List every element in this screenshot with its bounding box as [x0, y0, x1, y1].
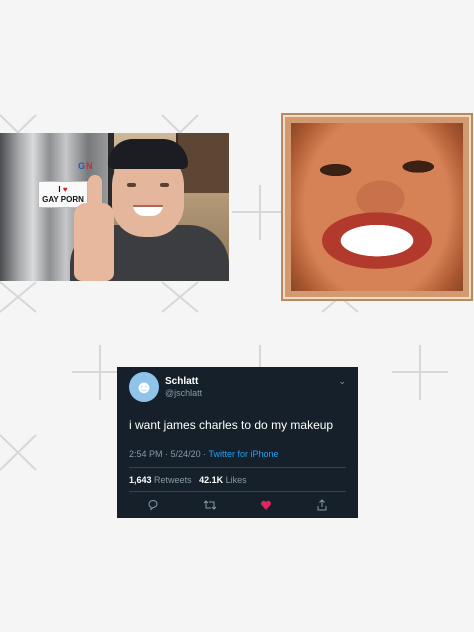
magnet-letter: G: [78, 161, 86, 171]
thumbs-up-hand: [74, 203, 114, 281]
tweet-card: ☻ Schlatt @jschlatt ⌄ i want james charl…: [117, 367, 358, 518]
tweet-client[interactable]: Twitter for iPhone: [208, 449, 278, 459]
avatar[interactable]: ☻: [129, 372, 159, 402]
chevron-down-icon[interactable]: ⌄: [338, 376, 346, 387]
tweet-stats: 1,643 Retweets 42.1K Likes: [129, 475, 247, 485]
tweet-date: 5/24/20: [170, 449, 201, 459]
tweet-meta: 2:54 PM · 5/24/20 · Twitter for iPhone: [129, 449, 279, 459]
reply-icon[interactable]: [147, 499, 159, 511]
retweet-icon[interactable]: [203, 499, 217, 511]
likes-count[interactable]: 42.1K: [199, 475, 223, 485]
display-name[interactable]: Schlatt: [165, 376, 198, 387]
heart-icon: ♥: [62, 185, 68, 194]
person-cap: [108, 139, 188, 169]
share-icon[interactable]: [316, 499, 328, 511]
watermark-overlay: [0, 114, 448, 471]
divider: [129, 467, 346, 468]
divider: [129, 491, 346, 492]
magnet-letter: N: [86, 161, 93, 171]
user-handle[interactable]: @jschlatt: [165, 388, 202, 398]
tweet-time: 2:54 PM: [129, 449, 163, 459]
avatar-character-icon: ☻: [134, 377, 154, 397]
like-icon[interactable]: [260, 499, 272, 511]
tweet-text: i want james charles to do my makeup: [129, 418, 334, 432]
pixel-art-face: [291, 123, 463, 291]
retweets-count[interactable]: 1,643: [129, 475, 152, 485]
photo-sticker: G N I ♥ GAY PORN: [0, 133, 229, 281]
tweet-actions: [147, 499, 328, 511]
pixel-art-sticker: [281, 113, 473, 301]
